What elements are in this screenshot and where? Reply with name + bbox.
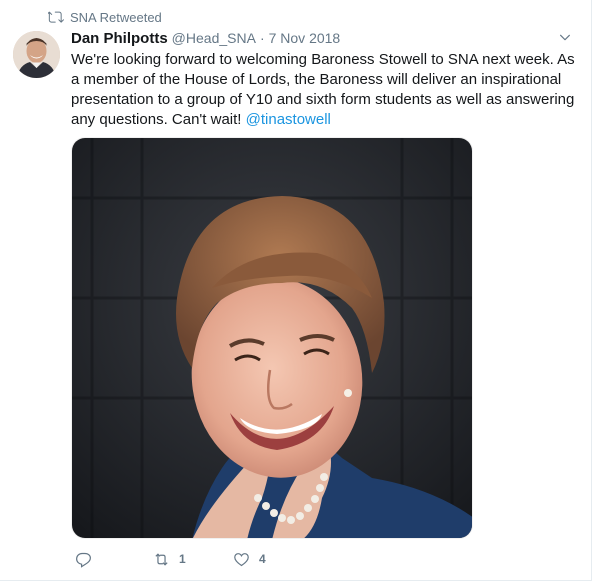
mention-link[interactable]: @tinastowell (246, 111, 331, 128)
tweet-timestamp[interactable]: 7 Nov 2018 (269, 30, 341, 46)
retweet-icon (48, 11, 64, 23)
avatar[interactable] (13, 31, 60, 78)
author-fullname[interactable]: Dan Philpotts (71, 30, 168, 47)
caret-down-icon (559, 34, 570, 41)
tweet-header: Dan Philpotts @Head_SNA · 7 Nov 2018 (71, 30, 340, 50)
separator-dot: · (259, 30, 265, 46)
reply-button[interactable] (75, 551, 153, 568)
tweet-media-photo[interactable] (71, 137, 473, 539)
heart-icon (234, 552, 249, 566)
retweet-context[interactable]: SNA Retweeted (48, 8, 162, 26)
tweet-menu-button[interactable] (558, 31, 578, 47)
tweet-text: We're looking forward to welcoming Baron… (71, 50, 576, 130)
photo-baroness-stowell (72, 138, 472, 538)
retweet-icon (155, 552, 168, 566)
retweet-button[interactable]: 1 (153, 551, 233, 568)
like-button[interactable]: 4 (233, 551, 313, 568)
author-handle[interactable]: @Head_SNA (172, 30, 256, 46)
like-count: 4 (259, 552, 266, 566)
retweet-count: 1 (179, 552, 186, 566)
reply-icon (76, 552, 91, 568)
tweet-actions: 1 4 (75, 548, 313, 570)
retweet-context-label: SNA Retweeted (70, 9, 162, 25)
avatar-photo (13, 31, 60, 78)
tweet[interactable]: SNA Retweeted Dan Philpotts @Head_SNA · … (0, 0, 592, 581)
